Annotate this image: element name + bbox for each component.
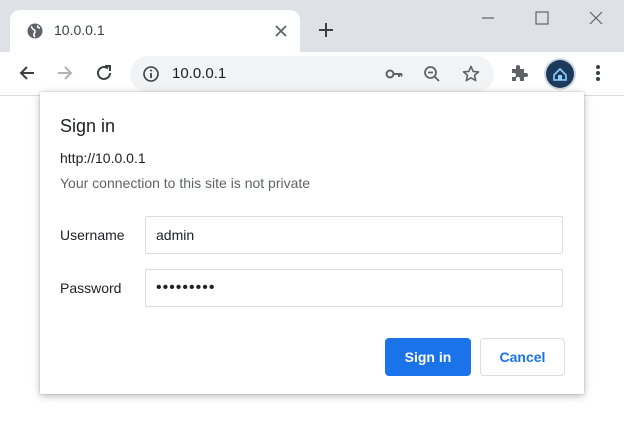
password-label: Password (60, 280, 122, 296)
close-icon[interactable] (272, 22, 290, 40)
address-text[interactable]: 10.0.0.1 (172, 65, 226, 82)
connection-warning: Your connection to this site is not priv… (60, 175, 311, 191)
close-window-icon[interactable] (586, 8, 606, 28)
password-field[interactable]: ••••••••• (145, 269, 563, 307)
puzzle-icon[interactable] (508, 62, 530, 84)
cancel-button[interactable]: Cancel (480, 338, 565, 376)
reload-icon[interactable] (93, 62, 115, 84)
profile-avatar[interactable] (546, 60, 574, 88)
tab-strip: 10.0.0.1 (0, 0, 624, 52)
back-arrow-icon[interactable] (16, 62, 38, 84)
browser-toolbar: 10.0.0.1 (0, 52, 624, 96)
star-icon[interactable] (461, 64, 481, 84)
plus-icon[interactable] (316, 20, 336, 40)
maximize-icon[interactable] (532, 8, 552, 28)
sign-in-dialog: Sign in http://10.0.0.1 Your connection … (40, 92, 584, 394)
address-bar[interactable]: 10.0.0.1 (130, 56, 494, 92)
dialog-title: Sign in (60, 116, 116, 136)
username-field[interactable]: admin (145, 216, 563, 254)
key-icon[interactable] (384, 64, 404, 84)
globe-icon (26, 22, 44, 40)
info-icon[interactable] (142, 65, 160, 83)
zoom-icon[interactable] (422, 64, 442, 84)
tab-title: 10.0.0.1 (54, 22, 105, 38)
browser-tab[interactable]: 10.0.0.1 (10, 10, 300, 52)
dialog-origin: http://10.0.0.1 (60, 150, 146, 166)
forward-arrow-icon[interactable] (54, 62, 76, 84)
sign-in-button[interactable]: Sign in (385, 338, 471, 376)
username-label: Username (60, 227, 125, 243)
kebab-menu-icon[interactable] (588, 62, 608, 84)
minimize-icon[interactable] (478, 8, 498, 28)
